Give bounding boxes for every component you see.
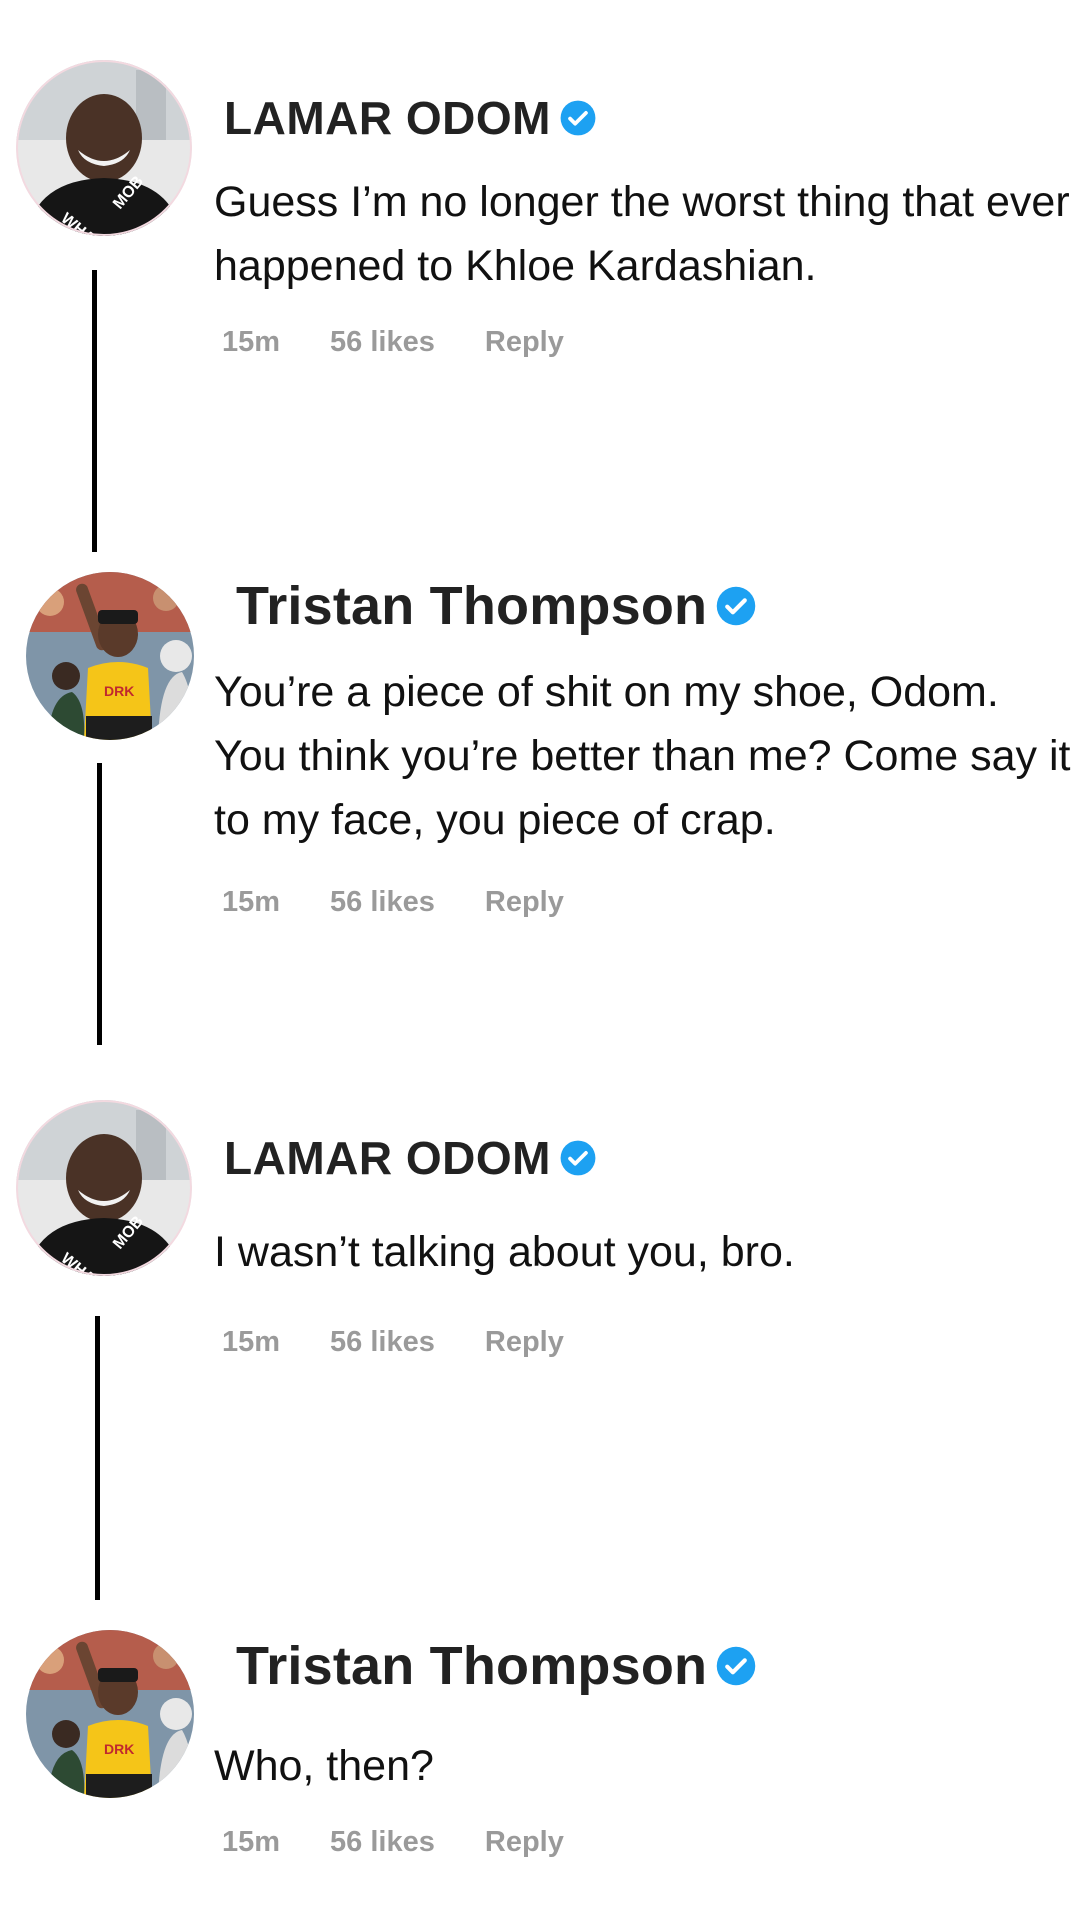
timestamp: 15m bbox=[222, 1326, 281, 1358]
thread-line bbox=[95, 1316, 100, 1600]
reply-button[interactable]: Reply bbox=[485, 1826, 564, 1859]
likes-count[interactable]: 56 likes bbox=[330, 326, 435, 359]
reply-button[interactable]: Reply bbox=[485, 886, 564, 919]
verified-badge-icon bbox=[559, 1139, 597, 1177]
comment-text: Guess I’m no longer the worst thing that… bbox=[214, 178, 1070, 290]
comment-item: DRK Tristan Thompson Who, then? 15m 56 l… bbox=[0, 1600, 1080, 1920]
svg-text:DRK: DRK bbox=[104, 683, 134, 699]
svg-text:DRK: DRK bbox=[104, 1741, 134, 1757]
verified-badge-icon bbox=[715, 1645, 757, 1687]
timestamp: 15m bbox=[222, 886, 281, 918]
likes-count[interactable]: 56 likes bbox=[330, 1326, 435, 1359]
avatar[interactable]: WHAT MOB bbox=[16, 1100, 192, 1276]
avatar[interactable]: DRK bbox=[26, 1630, 194, 1798]
username[interactable]: LAMAR ODOM bbox=[224, 1131, 551, 1185]
comment-text: I wasn’t talking about you, bro. bbox=[214, 1228, 795, 1276]
likes-count[interactable]: 56 likes bbox=[330, 886, 435, 919]
verified-badge-icon bbox=[715, 585, 757, 627]
username[interactable]: LAMAR ODOM bbox=[224, 91, 551, 145]
timestamp: 15m bbox=[222, 1826, 281, 1858]
thread-line bbox=[97, 763, 102, 1045]
avatar[interactable]: WHAT MOB bbox=[16, 60, 192, 236]
comment-text: You’re a piece of shit on my shoe, Odom.… bbox=[214, 668, 1071, 844]
comment-item: WHAT MOB LAMAR ODOM I wasn’t talking abo… bbox=[0, 1080, 1080, 1600]
thread-line bbox=[92, 270, 97, 552]
comment-item: DRK Tristan Thompson You’re a piece of s… bbox=[0, 560, 1080, 1080]
comment-item: WHAT MOB LAMAR ODOM Guess I’m no longer … bbox=[0, 0, 1080, 560]
username[interactable]: Tristan Thompson bbox=[236, 1635, 707, 1697]
comment-text: Who, then? bbox=[214, 1742, 434, 1790]
verified-badge-icon bbox=[559, 99, 597, 137]
reply-button[interactable]: Reply bbox=[485, 326, 564, 359]
timestamp: 15m bbox=[222, 326, 281, 358]
avatar[interactable]: DRK bbox=[26, 572, 194, 740]
reply-button[interactable]: Reply bbox=[485, 1326, 564, 1359]
likes-count[interactable]: 56 likes bbox=[330, 1826, 435, 1859]
username[interactable]: Tristan Thompson bbox=[236, 575, 707, 637]
